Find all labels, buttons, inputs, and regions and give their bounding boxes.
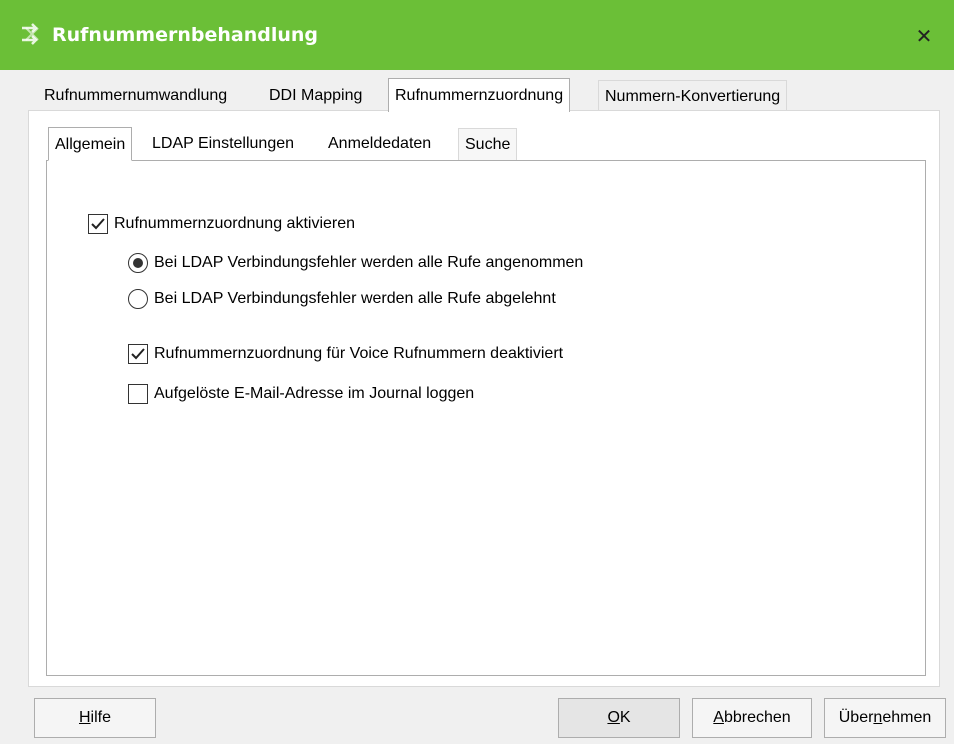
subtab-label: Allgemein [55, 136, 126, 153]
checkmark-icon [131, 348, 145, 360]
help-label: Hilfe [78, 709, 111, 726]
radio-reject[interactable]: Bei LDAP Verbindungsfehler werden alle R… [128, 289, 556, 309]
radio-reject-label: Bei LDAP Verbindungsfehler werden alle R… [154, 290, 556, 307]
cancel-button[interactable]: Abbrechen [692, 698, 812, 738]
subtab-label: Anmeldedaten [328, 135, 432, 152]
subtab-ldap-einstellungen[interactable]: LDAP Einstellungen [146, 128, 300, 160]
log-email-label: Aufgelöste E-Mail-Adresse im Journal log… [154, 385, 475, 402]
subtab-label: Suche [465, 136, 511, 153]
tab-label: DDI Mapping [269, 87, 363, 104]
checkbox-box [88, 214, 108, 234]
subtab-anmeldedaten[interactable]: Anmeldedaten [322, 128, 437, 160]
radio-accept-label: Bei LDAP Verbindungsfehler werden alle R… [154, 254, 584, 271]
checkbox-box [128, 384, 148, 404]
tab-rufnummernzuordnung[interactable]: Rufnummernzuordnung [388, 78, 571, 112]
checkbox-box [128, 344, 148, 364]
subtab-allgemein[interactable]: Allgemein [48, 127, 133, 161]
apply-button[interactable]: Übernehmen [824, 698, 946, 738]
close-icon: ✕ [915, 25, 933, 48]
radio-accept[interactable]: Bei LDAP Verbindungsfehler werden alle R… [128, 253, 583, 273]
subtab-label: LDAP Einstellungen [152, 135, 295, 152]
radio-button [128, 289, 148, 309]
tab-label: Rufnummernumwandlung [44, 87, 228, 104]
tab-nummern-konvertierung[interactable]: Nummern-Konvertierung [598, 80, 788, 112]
title-bar: Rufnummernbehandlung ✕ [0, 0, 954, 70]
ok-button[interactable]: OK [558, 698, 680, 738]
log-email-checkbox[interactable]: Aufgelöste E-Mail-Adresse im Journal log… [128, 384, 474, 404]
close-button[interactable]: ✕ [904, 18, 944, 54]
tab-label: Nummern-Konvertierung [605, 88, 781, 105]
arrows-icon [20, 22, 46, 46]
voice-disabled-label: Rufnummernzuordnung für Voice Rufnummern… [154, 345, 564, 362]
voice-disabled-checkbox[interactable]: Rufnummernzuordnung für Voice Rufnummern… [128, 344, 563, 364]
tab-ddi-mapping[interactable]: DDI Mapping [263, 80, 368, 112]
radio-button [128, 253, 148, 273]
allgemein-panel [46, 160, 926, 676]
cancel-label: Abbrechen [713, 709, 791, 726]
radio-dot [133, 258, 143, 268]
checkmark-icon [91, 218, 105, 230]
ok-label: OK [607, 709, 631, 726]
apply-label: Übernehmen [838, 709, 932, 726]
tab-rufnummernumwandlung[interactable]: Rufnummernumwandlung [38, 80, 233, 112]
help-button[interactable]: Hilfe [34, 698, 156, 738]
tab-label: Rufnummernzuordnung [395, 87, 564, 104]
enable-checkbox[interactable]: Rufnummernzuordnung aktivieren [88, 214, 355, 234]
enable-label: Rufnummernzuordnung aktivieren [114, 215, 356, 232]
window-title: Rufnummernbehandlung [52, 24, 318, 46]
subtab-suche[interactable]: Suche [458, 128, 518, 160]
